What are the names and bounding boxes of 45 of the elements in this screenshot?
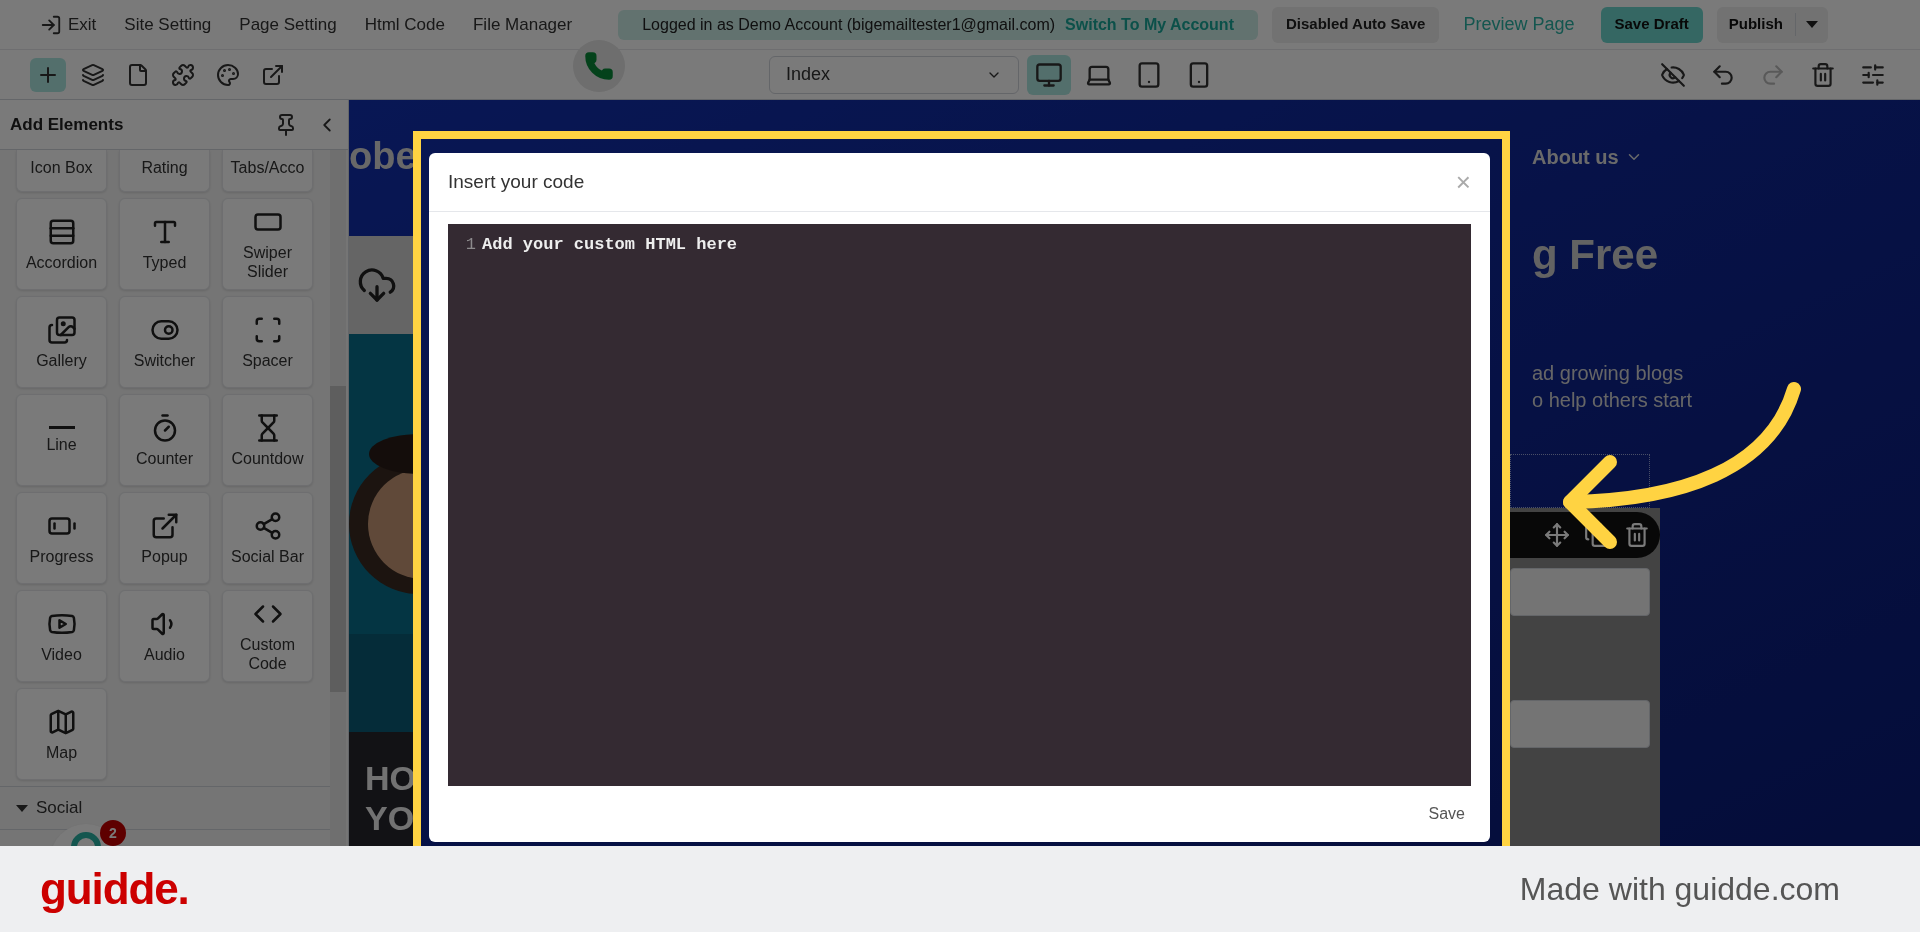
publish-button[interactable]: Publish bbox=[1716, 6, 1828, 43]
menu-item[interactable]: Site Setting bbox=[124, 11, 212, 38]
close-button[interactable]: × bbox=[1455, 169, 1471, 195]
sidebar-title: Add Elements bbox=[10, 113, 124, 136]
element-tile[interactable]: Tabs/Acco bbox=[222, 150, 313, 192]
menu-item[interactable]: Html Code bbox=[364, 11, 445, 38]
element-tile[interactable]: Switcher bbox=[119, 296, 210, 388]
site-logo: obe bbox=[349, 136, 413, 179]
banner-heading: YO bbox=[365, 798, 413, 838]
auto-save-button[interactable]: Disabled Auto Save bbox=[1271, 6, 1440, 43]
element-tile[interactable]: Line bbox=[16, 394, 107, 486]
element-tile[interactable]: Countdow bbox=[222, 394, 313, 486]
hero-text: ad growing blogs bbox=[1532, 361, 1685, 386]
save-draft-button[interactable]: Save Draft bbox=[1600, 6, 1703, 43]
element-tile[interactable]: Gallery bbox=[16, 296, 107, 388]
element-tile[interactable]: Popup bbox=[119, 492, 210, 584]
dialog-title: Insert your code bbox=[448, 169, 585, 194]
hero-text: o help others start bbox=[1532, 388, 1694, 413]
brand-logo: guidde. bbox=[40, 863, 189, 915]
nav-link[interactable]: About us bbox=[1532, 142, 1920, 172]
element-tile[interactable]: Social Bar bbox=[222, 492, 313, 584]
element-tile[interactable]: Typed bbox=[119, 198, 210, 290]
element-tile[interactable]: Map bbox=[16, 688, 107, 780]
menu-item[interactable]: Exit bbox=[40, 11, 97, 38]
element-tile[interactable]: Counter bbox=[119, 394, 210, 486]
menu-item[interactable]: File Manager bbox=[472, 11, 573, 38]
element-tile[interactable]: Icon Box bbox=[16, 150, 107, 192]
element-tile[interactable]: Rating bbox=[119, 150, 210, 192]
credit-text: Made with guidde.com bbox=[1519, 870, 1840, 909]
element-tile[interactable]: Swiper Slider bbox=[222, 198, 313, 290]
element-tile[interactable]: Custom Code bbox=[222, 590, 313, 682]
menu-item[interactable]: Page Setting bbox=[239, 11, 337, 38]
login-text: Logged in as Demo Account (bigemailtester1@gmail.com) bbox=[642, 14, 1056, 35]
element-tile[interactable]: Video bbox=[16, 590, 107, 682]
element-tile[interactable]: Accordion bbox=[16, 198, 107, 290]
code-editor[interactable]: 1 Add your custom HTML here bbox=[448, 224, 1471, 786]
save-button[interactable]: Save bbox=[1428, 802, 1465, 826]
code-line: Add your custom HTML here bbox=[482, 234, 738, 256]
line-number: 1 bbox=[464, 234, 477, 256]
element-tile[interactable]: Progress bbox=[16, 492, 107, 584]
page-select[interactable]: Index bbox=[769, 55, 1019, 94]
banner-heading: HO bbox=[365, 758, 413, 798]
element-tile[interactable]: Audio bbox=[119, 590, 210, 682]
element-tile[interactable]: Spacer bbox=[222, 296, 313, 388]
hero-heading: g Free bbox=[1532, 232, 1660, 278]
